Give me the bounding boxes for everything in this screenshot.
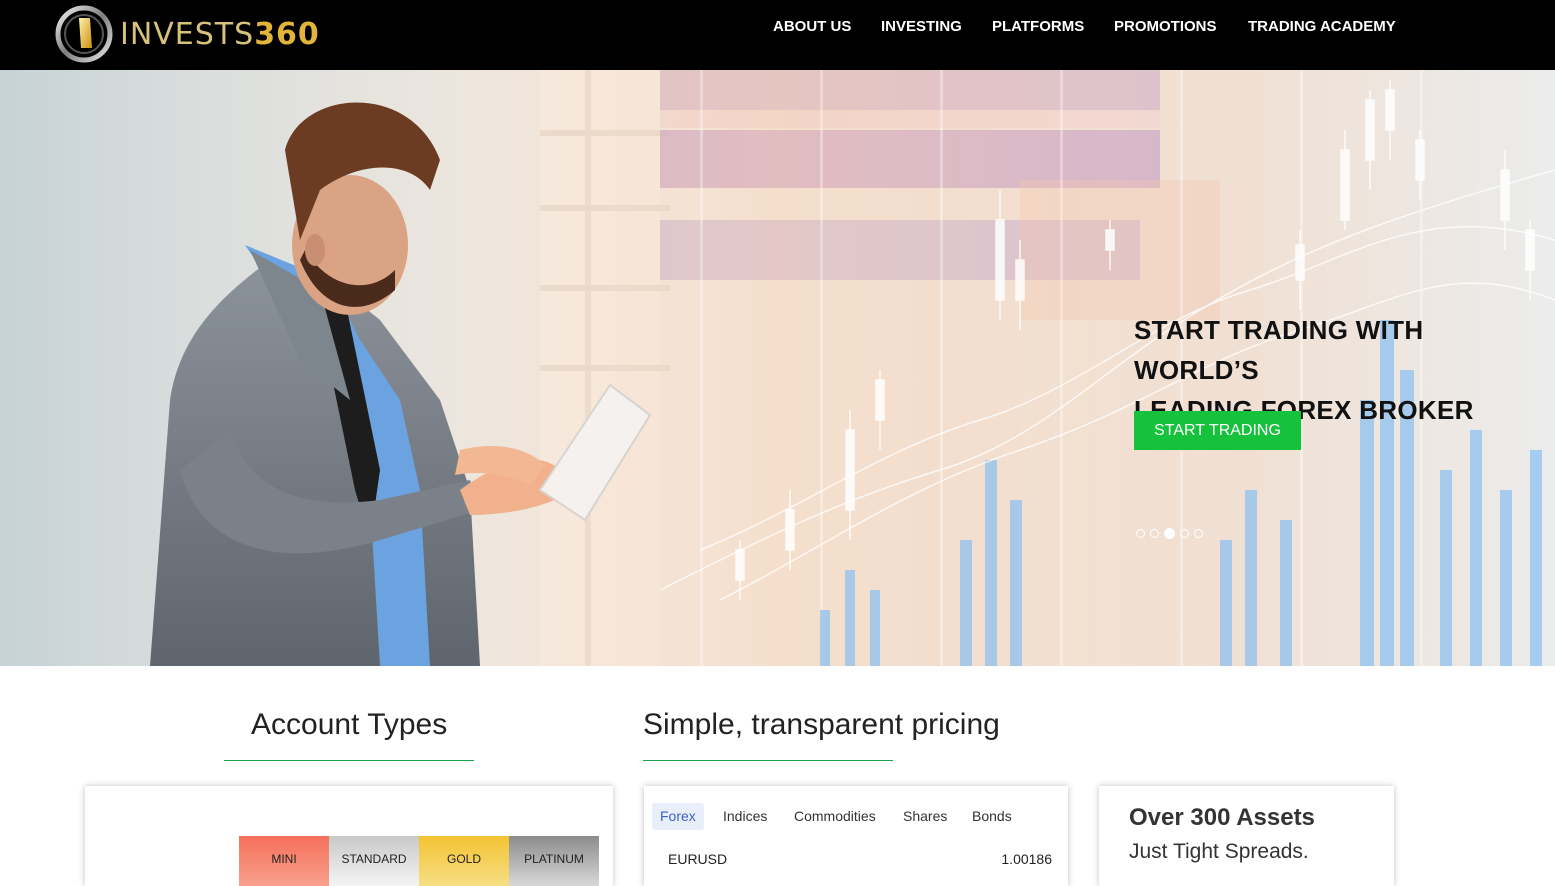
tab-shares[interactable]: Shares [895,803,955,830]
hero-banner: START TRADING WITH WORLD’S LEADING FOREX… [0,70,1555,666]
tab-forex[interactable]: Forex [652,803,704,830]
nav-promotions[interactable]: PROMOTIONS [1114,18,1217,35]
account-types-card: MINI STANDARD GOLD PLATINUM [85,786,613,886]
account-tab-platinum-label: PLATINUM [524,852,584,866]
account-tab-standard-label: STANDARD [341,852,407,866]
logo-wordmark: INVESTS360 [120,16,320,52]
carousel-dot-1[interactable] [1136,529,1145,538]
account-tab-gold-label: GOLD [446,852,481,866]
nav-about-us[interactable]: ABOUT US [773,18,851,35]
carousel-pagination [1136,528,1203,539]
assets-card: Over 300 Assets Just Tight Spreads. [1099,786,1394,886]
account-tab-standard[interactable]: STANDARD [329,836,419,886]
price-row-symbol: EURUSD [668,851,728,867]
account-tab-platinum[interactable]: PLATINUM [509,836,599,886]
account-tab-gold[interactable]: GOLD [419,836,509,886]
hero-headline-line1: START TRADING WITH WORLD’S [1134,315,1424,385]
account-tab-mini[interactable]: MINI [239,836,329,886]
carousel-dot-4[interactable] [1180,529,1189,538]
carousel-dot-2[interactable] [1150,529,1159,538]
assets-subtitle: Just Tight Spreads. [1129,840,1309,863]
assets-title: Over 300 Assets [1129,804,1315,831]
logo-ring-icon [55,5,113,63]
account-types-heading: Account Types [251,708,448,741]
price-row-value: 1.00186 [1001,851,1052,867]
carousel-dot-3[interactable] [1164,528,1175,539]
carousel-dot-5[interactable] [1194,529,1203,538]
start-trading-button[interactable]: START TRADING [1134,411,1301,450]
nav-platforms[interactable]: PLATFORMS [992,18,1084,35]
pricing-heading: Simple, transparent pricing [643,708,1000,741]
tab-bonds[interactable]: Bonds [964,803,1020,830]
nav-investing[interactable]: INVESTING [881,18,962,35]
account-tab-mini-label: MINI [271,852,297,866]
tab-commodities[interactable]: Commodities [786,803,884,830]
site-logo[interactable]: INVESTS360 [54,3,320,65]
top-navigation-bar: INVESTS360 ABOUT US INVESTING PLATFORMS … [0,0,1555,70]
pricing-card: Forex Indices Commodities Shares Bonds E… [644,786,1068,886]
tab-indices[interactable]: Indices [715,803,775,830]
nav-trading-academy[interactable]: TRADING ACADEMY [1248,18,1396,35]
account-types-underline [224,760,474,761]
pricing-underline [643,760,893,761]
